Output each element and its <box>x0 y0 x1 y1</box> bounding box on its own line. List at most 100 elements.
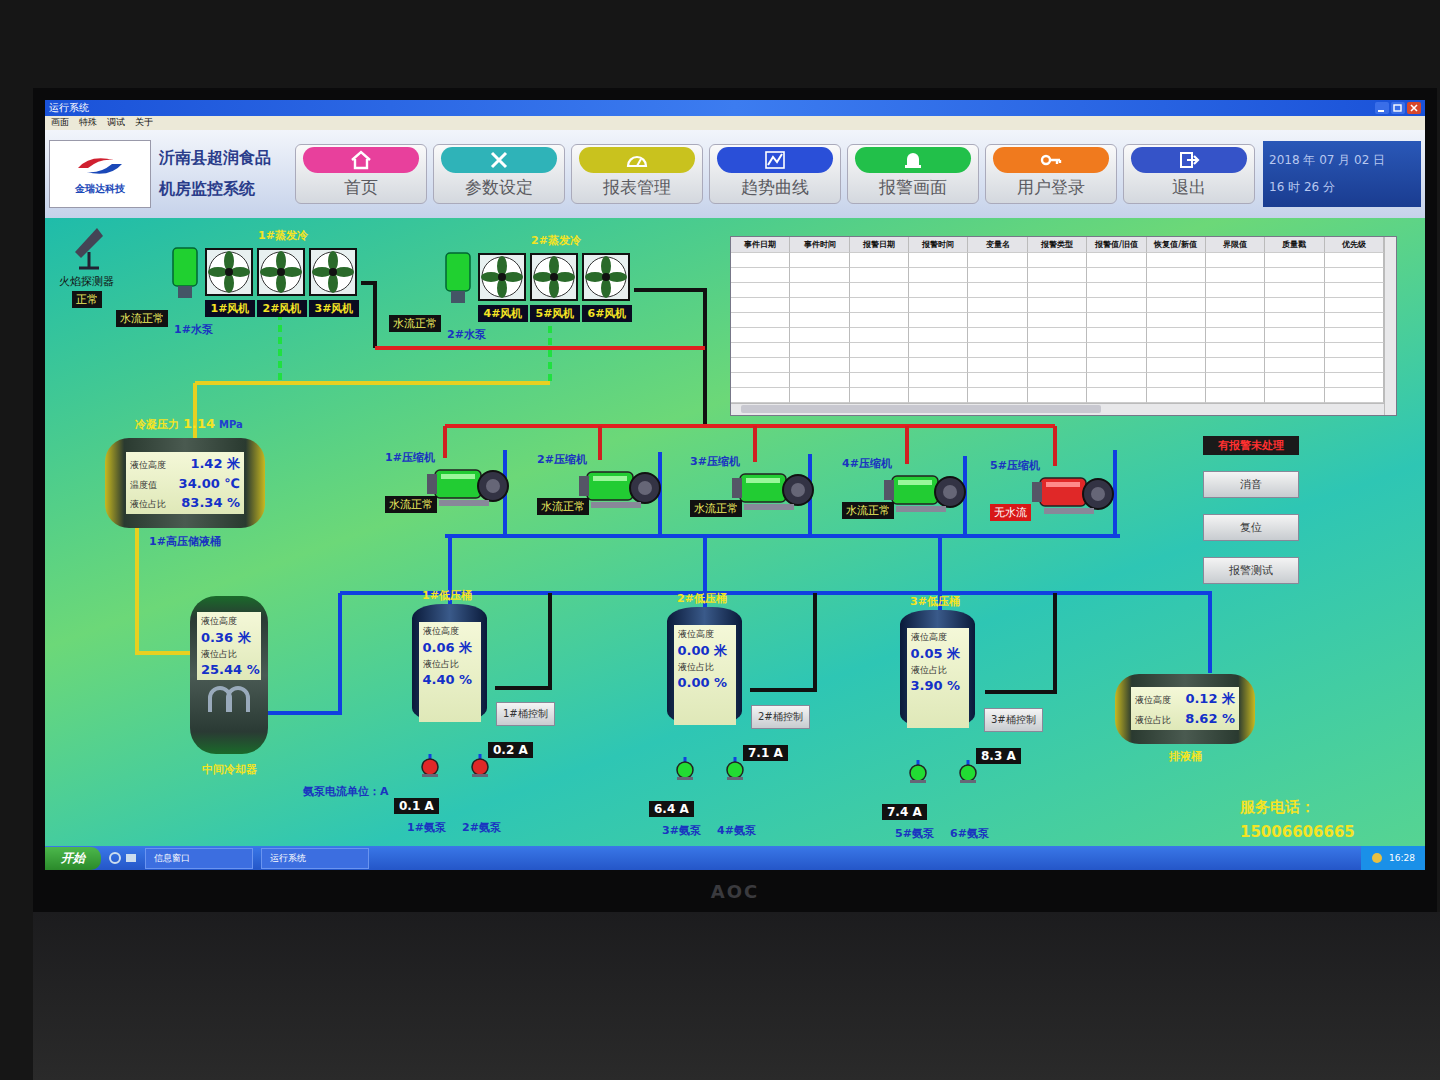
column-header[interactable]: 报警类型 <box>1028 237 1087 253</box>
column-header[interactable]: 恢复值/新值 <box>1147 237 1206 253</box>
table-cell <box>1028 343 1087 358</box>
column-header[interactable]: 界限值 <box>1206 237 1265 253</box>
monitor-bezel: 运行系统 画面特殊调试关于 金瑞达科技 沂南县超润食品 机房监控系统 首页 参数… <box>33 88 1437 912</box>
nav-button[interactable]: 报警画面 <box>847 144 979 204</box>
table-cell <box>1325 253 1384 268</box>
table-cell <box>1265 268 1324 283</box>
water-flow-status: 水流正常 <box>116 310 168 327</box>
nav-button[interactable]: 首页 <box>295 144 427 204</box>
table-cell <box>731 313 790 328</box>
low-pressure-tank: 3#低压桶 液位高度 0.05 米液位占比 3.90 % 3#桶控制 7.4 A… <box>900 610 1070 846</box>
hp-receiver: 液位高度 1.42 米温度值 34.00 ℃液位占比 83.34 % 1#高压储… <box>105 438 265 549</box>
pump-unit-note: 氨泵电流单位：A <box>303 784 389 799</box>
nav-bar: 首页 参数设定 报表管理 趋势曲线 报警画面 用户登录 退出 <box>295 144 1255 204</box>
compressor: 2#压缩机 水流正常 <box>537 452 667 532</box>
reading-label: 液位占比 <box>423 658 459 671</box>
system-name: 机房监控系统 <box>159 179 287 200</box>
taskbar-item[interactable]: 运行系统 <box>261 848 369 869</box>
column-header[interactable]: 质量戳 <box>1265 237 1324 253</box>
column-header[interactable]: 报警时间 <box>909 237 968 253</box>
table-cell <box>1325 373 1384 388</box>
nav-button[interactable]: 报表管理 <box>571 144 703 204</box>
pressure-unit: MPa <box>219 419 243 430</box>
table-cell <box>1265 358 1324 373</box>
hp-receiver-tank: 液位高度 1.42 米温度值 34.00 ℃液位占比 83.34 % <box>105 438 265 528</box>
date-text: 2018 年 07 月 02 日 <box>1269 152 1415 169</box>
menu-item[interactable]: 画面 <box>51 116 69 129</box>
tank-control-button[interactable]: 3#桶控制 <box>984 708 1043 732</box>
column-header[interactable]: 报警值/旧值 <box>1087 237 1146 253</box>
table-cell <box>1028 268 1087 283</box>
table-cell <box>1087 373 1146 388</box>
start-button[interactable]: 开始 <box>45 847 101 870</box>
reading-label: 液位高度 <box>678 628 714 641</box>
table-cell <box>790 298 849 313</box>
browser-icon[interactable] <box>109 852 121 864</box>
tank-body: 液位高度 0.06 米液位占比 4.40 % <box>412 604 487 722</box>
coil-icon <box>204 686 254 712</box>
reading-label: 液位高度 <box>911 631 947 644</box>
taskbar: 开始 信息窗口运行系统 16:28 <box>45 846 1425 870</box>
alarm-button[interactable]: 消音 <box>1203 471 1299 498</box>
reading-label: 液位高度 <box>423 625 459 638</box>
reading-label: 液位占比 <box>1135 714 1171 727</box>
tank-display: 液位高度 0.06 米液位占比 4.40 % <box>419 622 481 722</box>
photo-backdrop: 运行系统 画面特殊调试关于 金瑞达科技 沂南县超润食品 机房监控系统 首页 参数… <box>0 0 1440 1080</box>
fan-label: 1#风机 <box>205 300 255 317</box>
nav-button[interactable]: 参数设定 <box>433 144 565 204</box>
vertical-scrollbar[interactable] <box>1384 237 1396 415</box>
nav-button[interactable]: 用户登录 <box>985 144 1117 204</box>
alarm-table-body: 事件日期事件时间报警日期报警时间变量名报警类型报警值/旧值恢复值/新值界限值质量… <box>731 237 1384 415</box>
column-header[interactable]: 事件日期 <box>731 237 790 253</box>
nav-label: 报警画面 <box>879 176 947 199</box>
reading-value: 1.42 米 <box>190 455 240 473</box>
table-cell <box>850 298 909 313</box>
water-pump-label: 2#水泵 <box>447 327 486 342</box>
tank-control-button[interactable]: 2#桶控制 <box>751 705 810 729</box>
horizontal-scrollbar[interactable] <box>731 403 1384 415</box>
table-cell <box>909 253 968 268</box>
tray-icon[interactable] <box>1371 852 1383 864</box>
nav-button[interactable]: 退出 <box>1123 144 1255 204</box>
column-header[interactable]: 报警日期 <box>850 237 909 253</box>
fan-label: 5#风机 <box>530 305 580 322</box>
menu-item[interactable]: 关于 <box>135 116 153 129</box>
minimize-icon[interactable] <box>1375 102 1389 114</box>
column-header[interactable]: 事件时间 <box>790 237 849 253</box>
fan-label: 4#风机 <box>478 305 528 322</box>
menu-item[interactable]: 特殊 <box>79 116 97 129</box>
tank-name: 2#低压桶 <box>677 591 727 606</box>
column-header[interactable]: 优先级 <box>1325 237 1384 253</box>
alarm-button[interactable]: 报警测试 <box>1203 557 1299 584</box>
close-icon[interactable] <box>1407 102 1421 114</box>
table-cell <box>1147 268 1206 283</box>
header: 金瑞达科技 沂南县超润食品 机房监控系统 首页 参数设定 报表管理 趋势曲线 报… <box>45 130 1425 218</box>
table-cell <box>1087 268 1146 283</box>
restore-icon[interactable] <box>1391 102 1405 114</box>
alarm-button[interactable]: 复位 <box>1203 514 1299 541</box>
table-cell <box>790 373 849 388</box>
table-row <box>731 253 1384 268</box>
alarm-notice: 有报警未处理 <box>1203 436 1299 455</box>
column-header[interactable]: 变量名 <box>968 237 1027 253</box>
nav-button[interactable]: 趋势曲线 <box>709 144 841 204</box>
table-cell <box>790 343 849 358</box>
compressor-status: 水流正常 <box>690 500 742 517</box>
tank-name: 1#低压桶 <box>422 588 472 603</box>
table-row <box>731 343 1384 358</box>
scroll-thumb[interactable] <box>741 405 1101 413</box>
company-logo: 金瑞达科技 <box>49 140 151 208</box>
desktop-icon[interactable] <box>125 852 137 864</box>
reading-row: 液位占比 8.62 % <box>1135 711 1235 727</box>
table-cell <box>968 388 1027 403</box>
table-cell <box>1325 313 1384 328</box>
quick-launch <box>109 852 137 864</box>
time-text: 16 时 26 分 <box>1269 179 1415 196</box>
flame-detector: 火焰探测器 正常 <box>59 222 114 308</box>
tank-control-button[interactable]: 1#桶控制 <box>496 702 555 726</box>
menu-item[interactable]: 调试 <box>107 116 125 129</box>
nav-label: 用户登录 <box>1017 176 1085 199</box>
taskbar-item[interactable]: 信息窗口 <box>145 848 253 869</box>
table-cell <box>1265 298 1324 313</box>
table-cell <box>1325 388 1384 403</box>
